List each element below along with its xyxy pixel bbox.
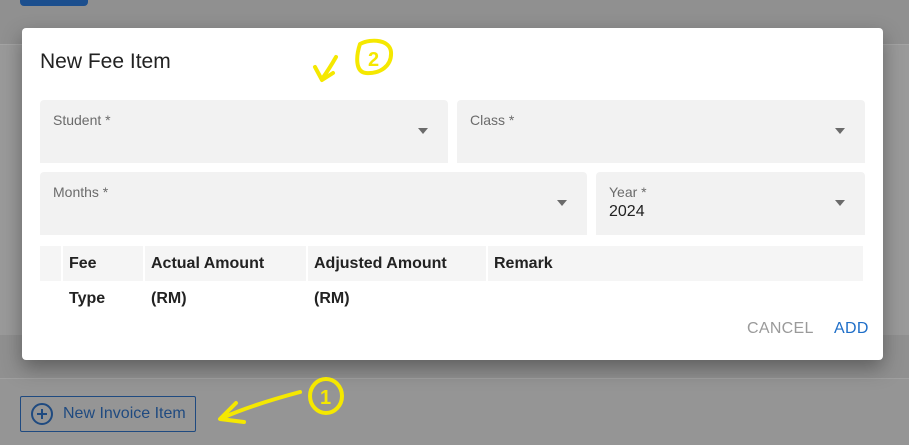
annotation-layer: 2 1 [218, 38, 394, 424]
annotation-marker-1: 1 [320, 387, 331, 409]
annotation-marker-2: 2 [368, 49, 379, 71]
